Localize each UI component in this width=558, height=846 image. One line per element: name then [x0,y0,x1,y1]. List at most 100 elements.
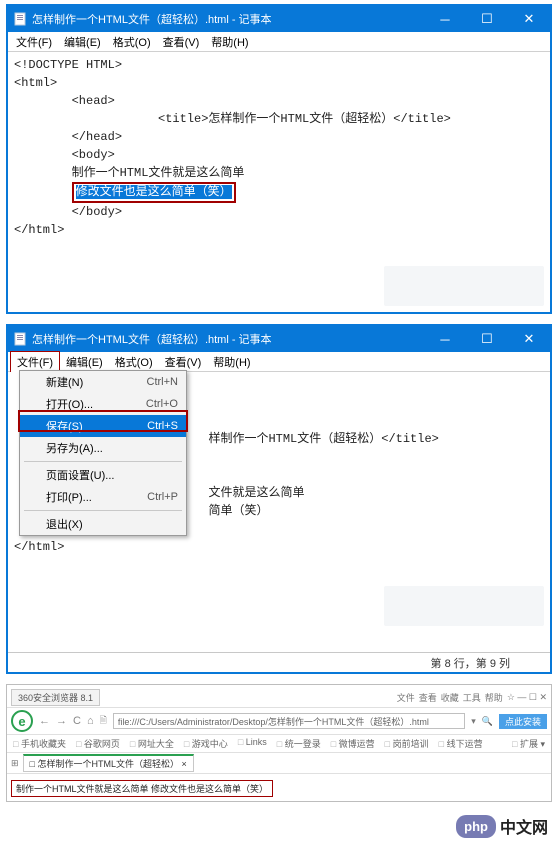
titlebar[interactable]: 怎样制作一个HTML文件（超轻松）.html - 记事本 ─ ☐ ✕ [8,326,550,352]
window-buttons: ─ ☐ ✕ [424,6,550,32]
bookmark-item[interactable]: 统一登录 [277,737,321,750]
browser-page-body: 制作一个HTML文件就是这么简单 修改文件也是这么简单（笑） [7,774,551,801]
menu-shortcut: Ctrl+P [147,491,178,503]
code-line: </head> [14,128,544,146]
page-text-highlight: 制作一个HTML文件就是这么简单 修改文件也是这么简单（笑） [11,780,273,797]
cursor-position: 第 8 行，第 9 列 [431,655,510,671]
browser-tab[interactable]: 360安全浏览器 8.1 [11,689,100,706]
menu-edit[interactable]: 编辑(E) [58,32,107,52]
menu-saveas[interactable]: 另存为(A)... [20,437,186,459]
notepad-window-1: 怎样制作一个HTML文件（超轻松）.html - 记事本 ─ ☐ ✕ 文件(F)… [6,4,552,314]
bookmark-item[interactable]: 手机收藏夹 [13,737,66,750]
tool-fav[interactable]: 收藏 [441,691,459,704]
tool-view[interactable]: 查看 [419,691,437,704]
grid-icon[interactable]: ⊞ [11,758,19,769]
menu-help[interactable]: 帮助(H) [205,32,254,52]
menu-format[interactable]: 格式(O) [107,32,157,52]
bookmark-item[interactable]: 微博运营 [331,737,375,750]
browser-logo-icon[interactable]: e [11,710,33,732]
forward-button[interactable]: → [56,715,67,727]
minimize-button[interactable]: ─ [424,326,466,352]
code-line: <title>怎样制作一个HTML文件（超轻松）</title> [14,110,544,128]
statusbar: 第 8 行，第 9 列 [8,652,550,672]
menu-shortcut: Ctrl+S [147,420,178,432]
code-line: </body> [14,203,544,221]
menu-view[interactable]: 查看(V) [157,32,206,52]
notepad-icon [12,331,28,347]
menu-shortcut: Ctrl+N [147,376,178,388]
bookmark-more[interactable]: 扩展 ▾ [512,737,545,750]
bookmark-item[interactable]: 谷歌网页 [76,737,120,750]
window-title: 怎样制作一个HTML文件（超轻松）.html - 记事本 [32,11,424,27]
selected-text: 修改文件也是这么简单（笑） [76,185,232,199]
reload-button[interactable]: C [73,715,81,727]
highlight-box: 修改文件也是这么简单（笑） [72,182,236,203]
browser-header: 360安全浏览器 8.1 文件 查看 收藏 工具 帮助 ☆ — ☐ ✕ [7,688,551,707]
page-tab[interactable]: □ 怎样制作一个HTML文件（超轻松） × [23,754,194,772]
menu-format[interactable]: 格式(O) [109,352,159,372]
bookmark-item[interactable]: 游戏中心 [184,737,228,750]
close-button[interactable]: ✕ [508,326,550,352]
notepad-icon [12,11,28,27]
window-buttons: ─ ☐ ✕ [424,326,550,352]
tool-help[interactable]: 帮助 [485,691,503,704]
tool-file[interactable]: 文件 [397,691,415,704]
minimize-button[interactable]: ─ [424,6,466,32]
menu-exit[interactable]: 退出(X) [20,513,186,535]
tabstrip: ⊞ □ 怎样制作一个HTML文件（超轻松） × [7,753,551,774]
code-line: <html> [14,74,544,92]
code-line: </html> [14,221,544,239]
bookmark-item[interactable]: 网址大全 [130,737,174,750]
php-badge-icon: php [456,815,496,838]
file-icon: 🗎 [100,713,107,729]
code-line: </html> [14,538,544,556]
window-title: 怎样制作一个HTML文件（超轻松）.html - 记事本 [32,331,424,347]
bookmark-item[interactable]: 岗前培训 [385,737,429,750]
menu-new[interactable]: 新建(N) Ctrl+N [20,371,186,393]
menubar: 文件(F) 编辑(E) 格式(O) 查看(V) 帮助(H) [8,352,550,372]
bookmark-item[interactable]: Links [238,737,267,750]
code-line: <head> [14,92,544,110]
bookmarks-bar: 手机收藏夹 谷歌网页 网址大全 游戏中心 Links 统一登录 微博运营 岗前培… [7,735,551,753]
menubar: 文件(F) 编辑(E) 格式(O) 查看(V) 帮助(H) [8,32,550,52]
code-line: <!DOCTYPE HTML> [14,56,544,74]
logo-text: 中文网 [500,814,548,838]
menu-label: 打开(O)... [46,396,93,412]
watermark-blur [384,266,544,306]
maximize-button[interactable]: ☐ [466,6,508,32]
menu-label: 页面设置(U)... [46,467,114,483]
browser-window: 360安全浏览器 8.1 文件 查看 收藏 工具 帮助 ☆ — ☐ ✕ e ← … [6,684,552,802]
flash-install-button[interactable]: 点此安装 [499,714,547,729]
menu-print[interactable]: 打印(P)... Ctrl+P [20,486,186,508]
back-button[interactable]: ← [39,715,50,727]
menu-open[interactable]: 打开(O)...Ctrl+O [20,393,186,415]
address-bar: e ← → C ⌂ 🗎 file:///C:/Users/Administrat… [7,707,551,735]
menu-file[interactable]: 文件(F) [10,32,58,52]
code-line: <body> [14,146,544,164]
code-line: 修改文件也是这么简单（笑） [14,182,544,203]
dropdown-icon[interactable]: ▾ [471,716,476,727]
menu-pagesetup[interactable]: 页面设置(U)... [20,464,186,486]
file-dropdown: 新建(N) Ctrl+N 打开(O)...Ctrl+O 保存(S) Ctrl+S 另… [19,370,187,536]
close-button[interactable]: ✕ [508,6,550,32]
menu-label: 退出(X) [46,516,83,532]
tool-tool[interactable]: 工具 [463,691,481,704]
window-controls[interactable]: ☆ — ☐ ✕ [507,692,547,703]
titlebar[interactable]: 怎样制作一个HTML文件（超轻松）.html - 记事本 ─ ☐ ✕ [8,6,550,32]
bookmark-item[interactable]: 线下运营 [439,737,483,750]
menu-label: 另存为(A)... [46,440,103,456]
menu-edit[interactable]: 编辑(E) [60,352,109,372]
menu-view[interactable]: 查看(V) [159,352,208,372]
code-line: 制作一个HTML文件就是这么简单 [14,164,544,182]
editor-content[interactable]: <!DOCTYPE HTML> <html> <head> <title>怎样制… [8,52,550,312]
home-button[interactable]: ⌂ [87,715,94,727]
search-icon[interactable]: 🔍 [482,716,493,727]
menu-save[interactable]: 保存(S) Ctrl+S [20,415,186,437]
menu-label: 新建(N) [46,374,83,390]
url-input[interactable]: file:///C:/Users/Administrator/Desktop/怎… [113,713,465,729]
menu-help[interactable]: 帮助(H) [207,352,256,372]
maximize-button[interactable]: ☐ [466,326,508,352]
watermark-blur [384,586,544,626]
menu-label: 保存(S) [46,418,83,434]
menu-label: 打印(P)... [46,489,92,505]
